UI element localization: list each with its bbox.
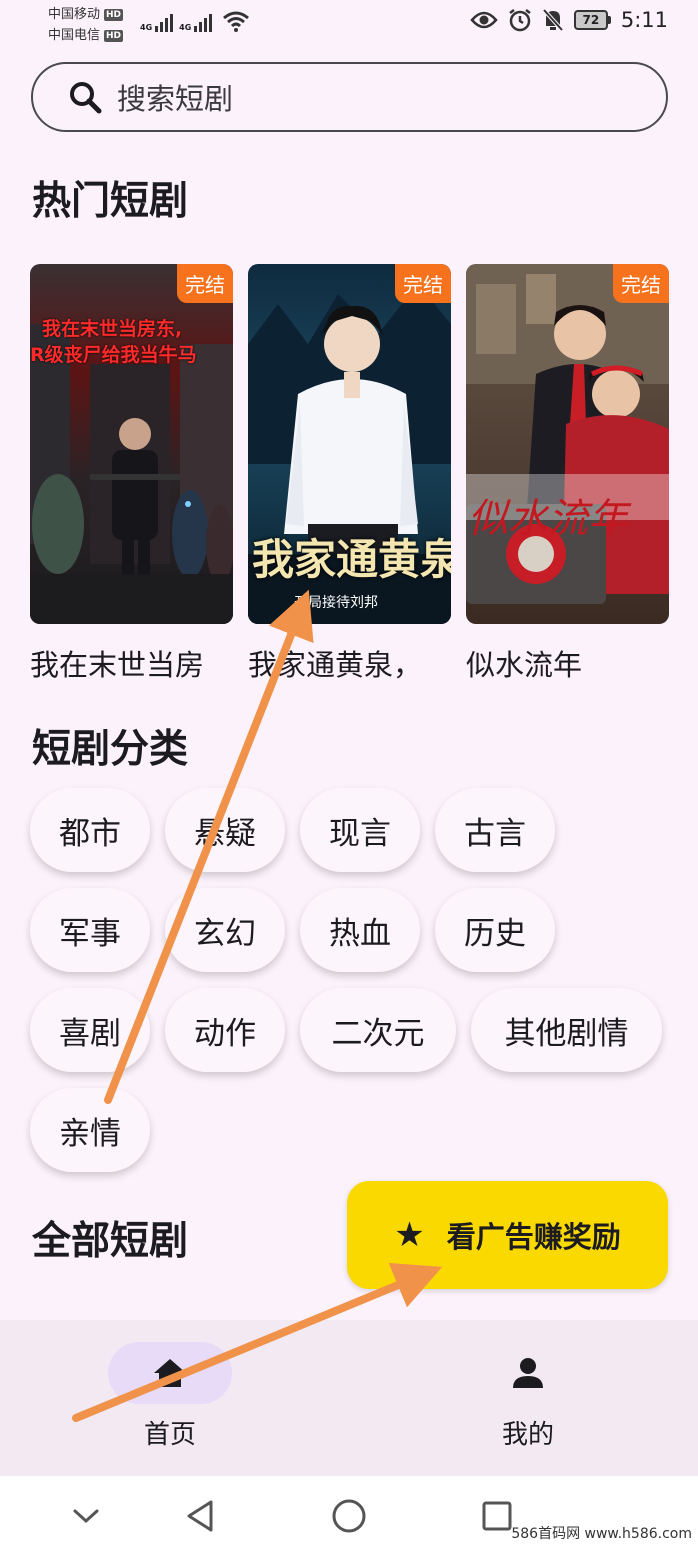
signal-icons: 4G 4G [140,10,250,32]
home-icon [154,1359,186,1387]
category-chip[interactable]: 喜剧 [30,988,150,1072]
carrier-2: 中国电信 [48,28,101,43]
hd-badge: HD [104,29,124,42]
status-badge: 完结 [613,264,669,303]
poster-title: 我家通黄泉 [252,535,451,584]
category-chip[interactable]: 二次元 [300,988,456,1072]
watch-ad-reward-button[interactable]: ★ 看广告赚奖励 [347,1181,668,1289]
poster-subtitle: R级丧尸给我当牛马 [30,344,197,366]
nav-active-indicator [108,1342,232,1404]
drama-poster[interactable]: 我在末世当房东, R级丧尸给我当牛马 完结 [30,264,233,624]
chevron-down-icon [73,1509,99,1524]
collapse-nav-button[interactable] [66,1496,106,1536]
category-chip[interactable]: 现言 [300,788,420,872]
status-bar: 中国移动 HD 中国电信 HD 4G 4G 72 5:11 [0,0,698,48]
bottom-nav: 首页 我的 [0,1320,698,1476]
watermark: 586首码网 www.h586.com [511,1526,692,1542]
nav-label: 我的 [501,1420,554,1450]
category-chip[interactable]: 热血 [300,888,420,972]
category-chip[interactable]: 历史 [435,888,555,972]
back-button[interactable] [180,1496,220,1536]
category-chip[interactable]: 玄幻 [165,888,285,972]
category-section-title: 短剧分类 [32,727,189,772]
nav-label: 首页 [143,1420,196,1450]
hot-section-title: 热门短剧 [32,179,189,224]
hd-badge: HD [104,8,124,21]
drama-poster[interactable]: 我家通黄泉 开局接待刘邦 完结 [248,264,451,624]
nav-item-home[interactable]: 首页 [70,1320,270,1476]
carrier-info: 中国移动 HD 中国电信 HD [48,4,124,46]
search-input[interactable]: 搜索短剧 [31,62,668,132]
hot-drama-list: 我在末世当房东, R级丧尸给我当牛马 完结 我在末世当房 我家通黄泉 开局接待刘… [30,264,670,684]
signal-icon: 4G [179,14,213,32]
status-badge: 完结 [395,264,451,303]
poster-title: 我在末世当房东, [42,318,183,340]
hot-drama-card[interactable]: 我家通黄泉 开局接待刘邦 完结 我家通黄泉， [248,264,451,684]
hot-drama-card[interactable]: 我在末世当房东, R级丧尸给我当牛马 完结 我在末世当房 [30,264,233,684]
square-recents-icon [482,1501,512,1531]
category-chip[interactable]: 其他剧情 [471,988,662,1072]
star-icon: ★ [394,1215,425,1255]
poster-subtitle: 开局接待刘邦 [294,595,378,611]
wifi-icon [223,11,250,32]
home-button[interactable] [329,1496,369,1536]
category-chip[interactable]: 古言 [435,788,555,872]
all-section-title: 全部短剧 [32,1219,189,1264]
watch-ad-label: 看广告赚奖励 [446,1220,621,1254]
drama-title[interactable]: 我在末世当房 [30,642,240,684]
system-nav-bar: 586首码网 www.h586.com [0,1476,698,1553]
carrier-1: 中国移动 [48,7,101,22]
category-chip[interactable]: 动作 [165,988,285,1072]
circle-home-icon [332,1499,366,1533]
drama-poster[interactable]: 似水流年 完结 [466,264,669,624]
signal-icon: 4G [140,14,174,32]
back-triangle-icon [187,1500,213,1532]
status-badge: 完结 [177,264,233,303]
alarm-icon [509,9,531,32]
category-chip[interactable]: 都市 [30,788,150,872]
category-chip[interactable]: 亲情 [30,1088,150,1172]
category-chip[interactable]: 军事 [30,888,150,972]
drama-title[interactable]: 似水流年 [466,642,676,684]
battery-icon: 72 [573,10,611,30]
hot-drama-card[interactable]: 似水流年 完结 似水流年 [466,264,669,684]
poster-title: 似水流年 [468,496,628,542]
search-icon [70,82,102,114]
search-placeholder: 搜索短剧 [117,82,234,116]
mute-bell-icon [542,8,564,32]
drama-title[interactable]: 我家通黄泉， [248,642,458,684]
eye-icon [470,11,498,29]
clock: 5:11 [620,8,668,32]
category-chip[interactable]: 悬疑 [165,788,285,872]
person-icon [513,1358,543,1388]
nav-item-mine[interactable]: 我的 [428,1320,628,1476]
